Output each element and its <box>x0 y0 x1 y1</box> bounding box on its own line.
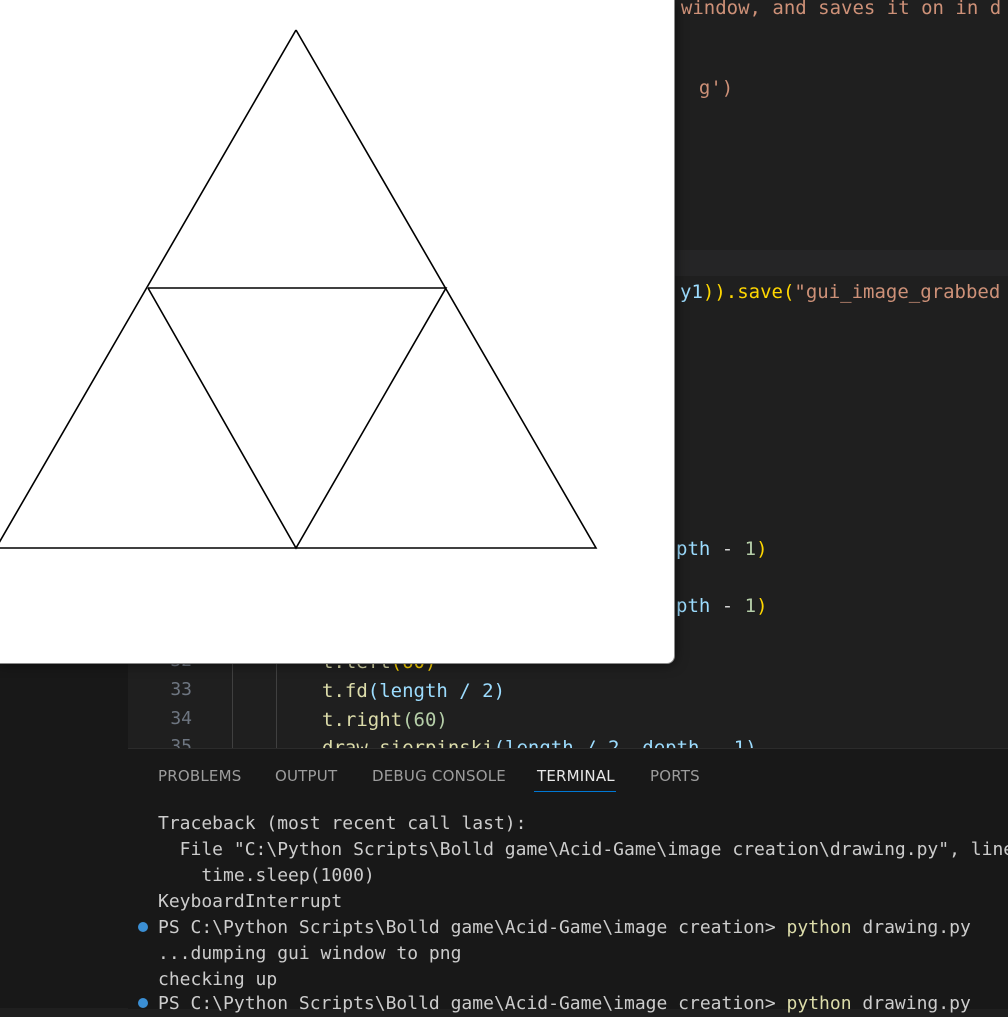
string-end: g') <box>698 77 734 99</box>
terminal-line: checking up <box>158 969 278 990</box>
code-args: (length / 2) <box>367 680 506 702</box>
tab-debug-console[interactable]: DEBUG CONSOLE <box>372 767 506 785</box>
depth-var: pth <box>676 595 711 617</box>
number-literal: 1 <box>744 538 757 560</box>
outer-triangle <box>0 29 598 549</box>
minus-op: - <box>710 538 745 560</box>
inner-triangle <box>147 287 448 550</box>
turtle-canvas <box>0 29 598 550</box>
tab-problems[interactable]: PROBLEMS <box>158 767 241 785</box>
minus-op: - <box>710 595 745 617</box>
terminal-line: ...dumping gui window to png <box>158 943 462 964</box>
terminal-line: Traceback (most recent call last): <box>158 813 527 834</box>
code-line: t.right(60) <box>322 708 448 732</box>
close-paren: ) <box>756 538 768 560</box>
var-y1: y1 <box>680 281 703 303</box>
save-call: )).save( <box>702 281 795 303</box>
tab-output[interactable]: OUTPUT <box>275 767 337 785</box>
command-name: python <box>786 993 852 1014</box>
command-arg: drawing.py <box>851 993 971 1014</box>
prompt-path: PS C:\Python Scripts\Bolld game\Acid-Gam… <box>158 993 787 1014</box>
terminal-prompt-line: PS C:\Python Scripts\Bolld game\Acid-Gam… <box>158 915 971 941</box>
terminal-line: File "C:\Python Scripts\Bolld game\Acid-… <box>158 839 1008 860</box>
active-tab-indicator <box>534 791 616 792</box>
save-code-line: y1)).save("gui_image_grabbed <box>680 280 1000 304</box>
line-number: 34 <box>170 708 192 729</box>
code-args: (60) <box>402 709 448 731</box>
line-number: 33 <box>170 679 192 700</box>
tab-ports[interactable]: PORTS <box>650 767 700 785</box>
command-arg: drawing.py <box>851 917 971 938</box>
code-fn: t.fd <box>322 680 368 702</box>
terminal-prompt-line: PS C:\Python Scripts\Bolld game\Acid-Gam… <box>158 991 971 1017</box>
tab-terminal[interactable]: TERMINAL <box>537 767 615 785</box>
depth-code-line: pth - 1) <box>676 537 768 561</box>
number-literal: 1 <box>744 595 757 617</box>
close-paren: ) <box>756 595 768 617</box>
terminal-status-dot-icon <box>138 922 148 932</box>
terminal-line: KeyboardInterrupt <box>158 891 343 912</box>
command-name: python <box>786 917 852 938</box>
terminal-line: time.sleep(1000) <box>158 865 375 886</box>
save-filename-string: "gui_image_grabbed <box>794 281 1001 303</box>
turtle-graphics-window[interactable] <box>0 0 675 664</box>
code-string-fragment: g') <box>676 52 733 100</box>
code-comment-fragment: r window, and saves it on in d <box>658 0 1002 19</box>
prompt-path: PS C:\Python Scripts\Bolld game\Acid-Gam… <box>158 917 787 938</box>
code-fn: t.right <box>322 709 403 731</box>
code-line: t.fd(length / 2) <box>322 679 505 703</box>
depth-code-line: pth - 1) <box>676 594 768 618</box>
terminal-status-dot-icon <box>138 998 148 1008</box>
depth-var: pth <box>676 538 711 560</box>
